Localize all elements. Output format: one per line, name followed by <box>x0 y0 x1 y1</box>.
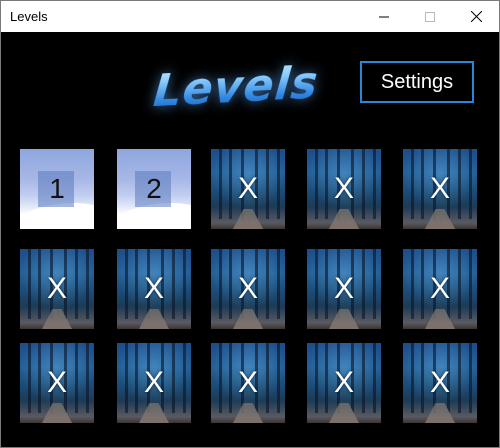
logo-text: Levels <box>147 48 324 127</box>
window-title: Levels <box>10 9 48 24</box>
maximize-button[interactable] <box>407 1 453 32</box>
locked-mark: X <box>237 366 258 399</box>
level-tile-locked[interactable]: X <box>117 249 191 329</box>
maximize-icon <box>425 11 435 22</box>
locked-mark: X <box>429 172 450 205</box>
locked-mark: X <box>333 272 354 305</box>
close-button[interactable] <box>453 1 499 32</box>
locked-mark: X <box>237 172 258 205</box>
locked-mark: X <box>429 272 450 305</box>
level-tile-locked[interactable]: X <box>20 249 94 329</box>
level-tile-locked[interactable]: X <box>307 249 381 329</box>
locked-mark: X <box>143 272 164 305</box>
locked-mark: X <box>143 366 164 399</box>
level-tile-locked[interactable]: X <box>211 149 285 229</box>
level-tile-locked[interactable]: X <box>403 249 477 329</box>
level-tile-locked[interactable]: X <box>307 149 381 229</box>
level-tile-locked[interactable]: X <box>117 343 191 423</box>
locked-mark: X <box>333 366 354 399</box>
locked-mark: X <box>46 272 67 305</box>
locked-mark: X <box>46 366 67 399</box>
level-tile-locked[interactable]: X <box>211 249 285 329</box>
level-tile-locked[interactable]: X <box>20 343 94 423</box>
levels-screen: Levels Settings 1 2 X X X X X X X X X X X X X <box>1 32 499 447</box>
level-tile-locked[interactable]: X <box>403 149 477 229</box>
locked-mark: X <box>237 272 258 305</box>
level-tile-locked[interactable]: X <box>307 343 381 423</box>
locked-mark: X <box>333 172 354 205</box>
settings-button[interactable]: Settings <box>360 61 474 103</box>
level-number: 2 <box>146 173 162 204</box>
close-icon <box>470 11 482 22</box>
minimize-button[interactable] <box>361 1 407 32</box>
level-tile-locked[interactable]: X <box>211 343 285 423</box>
app-window: Levels Levels Settings 1 2 X X X X X X X X X X X X X <box>0 0 500 448</box>
levels-logo: Levels <box>151 52 321 122</box>
level-tile[interactable]: 1 <box>20 149 94 229</box>
title-bar: Levels <box>1 1 499 32</box>
minimize-icon <box>379 16 389 17</box>
level-tile[interactable]: 2 <box>117 149 191 229</box>
locked-mark: X <box>429 366 450 399</box>
level-tile-locked[interactable]: X <box>403 343 477 423</box>
level-number: 1 <box>49 173 65 204</box>
